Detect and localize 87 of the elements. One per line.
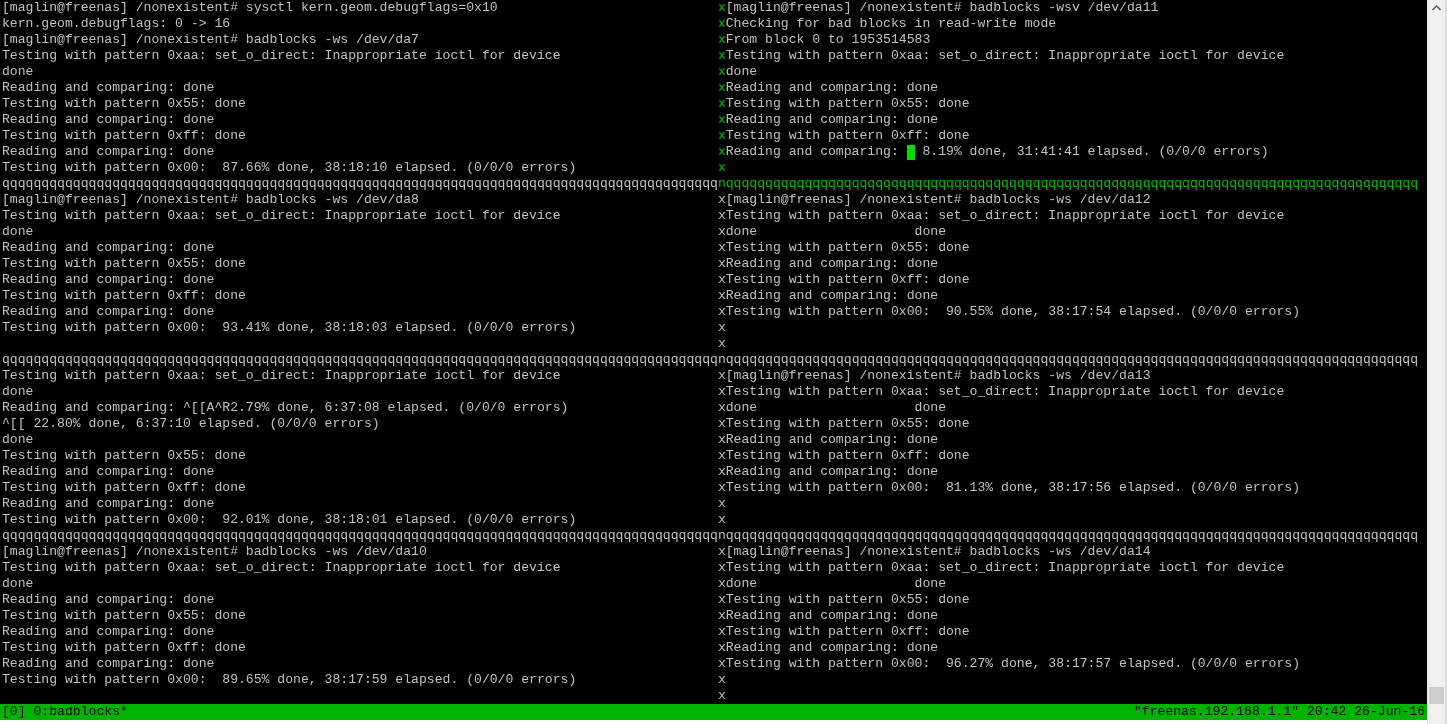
terminal-line: Reading and comparing: done [725,608,939,624]
terminal-line: Reading and comparing: done [2,80,215,96]
terminal-line: Reading and comparing: done [2,496,215,512]
status-info: "freenas.192.168.1.1" 20:42 26-Jun-16 [1133,704,1425,720]
terminal-line: Testing with pattern 0xff: done [2,640,246,656]
pane-divider: nqqqqqqqqqqqqqqqqqqqqqqqqqqqqqqqqqqqqqqqqqqqqqqqqqqqqqqqqqqqqqqqqqqqqqqqqqqqqqqqqqqqqqqqq [717,528,1419,544]
terminal-line: [maglin@freenas] /nonexistent# badblocks -ws /dev/da8 [2,192,419,208]
pane-border: xxxxxxxxxx [717,544,726,704]
terminal-line: Testing with pattern 0x55: done [725,96,970,112]
terminal-line: Testing with pattern 0xaa: set_o_direct: Inappropriate ioctl for device [2,208,561,224]
terminal-line: Testing with pattern 0x55: done [2,256,246,272]
terminal-line: done [2,224,34,240]
terminal-line: ^[[ 22.80% done, 6:37:10 elapsed. (0/0/0 errors) [2,416,380,432]
terminal-line: [maglin@freenas] /nonexistent# badblocks -wsv /dev/da11 [725,0,1159,16]
terminal-line: kern.geom.debugflags: 0 -> 16 [2,16,231,32]
terminal-line: Reading and comparing: done [2,656,215,672]
terminal-line: Testing with pattern 0x00: 93.41% done, 38:18:03 elapsed. (0/0/0 errors) [2,320,577,336]
terminal-line: Reading and comparing: done [2,272,215,288]
terminal-line: Testing with pattern 0x55: done [2,448,246,464]
terminal-line: Reading and comparing: done [2,144,215,160]
terminal-line: Testing with pattern 0xff: done [2,288,246,304]
pane-divider: qqqqqqqqqqqqqqqqqqqqqqqqqqqqqqqqqqqqqqqqqqqqqqqqqqqqqqqqqqqqqqqqqqqqqqqqqqqqqqqqqqqqqqqqqqq [2,352,718,368]
terminal-line: [maglin@freenas] /nonexistent# sysctl kern.geom.debugflags=0x10 [2,0,498,16]
terminal-line: Testing with pattern 0x00: 92.01% done, 38:18:01 elapsed. (0/0/0 errors) [2,512,577,528]
terminal-line: Testing with pattern 0x00: 89.65% done, 38:17:59 elapsed. (0/0/0 errors) [2,672,577,688]
terminal-line: done [725,64,758,80]
terminal-line: Reading and comparing: done [725,288,939,304]
terminal-line: done [2,432,34,448]
terminal-line: Testing with pattern 0x55: done [2,608,246,624]
terminal-line: Testing with pattern 0x55: done [725,240,970,256]
terminal-line: [maglin@freenas] /nonexistent# badblocks -ws /dev/da7 [2,32,419,48]
terminal-line: Testing with pattern 0xff: done [725,128,970,144]
terminal-line: Reading and comparing: done [725,80,939,96]
pane-divider: qqqqqqqqqqqqqqqqqqqqqqqqqqqqqqqqqqqqqqqqqqqqqqqqqqqqqqqqqqqqqqqqqqqqqqqqqqqqqqqqqqqqqqqqqqq [2,176,718,192]
terminal-line: Checking for bad blocks in read-write mode [725,16,1057,32]
terminal-line: done [2,576,34,592]
terminal-line: Testing with pattern 0x55: done [725,416,970,432]
terminal-line: Reading and comparing: done [2,304,215,320]
terminal-line: done [2,64,34,80]
terminal-line: done done [725,224,946,240]
terminal-line: [maglin@freenas] /nonexistent# badblocks -ws /dev/da10 [2,544,427,560]
terminal-line: Reading and comparing: done [2,240,215,256]
terminal-line: [maglin@freenas] /nonexistent# badblocks -ws /dev/da12 [725,192,1151,208]
terminal-line: Reading and comparing: ^[[A^R2.79% done, 6:37:08 elapsed. (0/0/0 errors) [2,400,569,416]
terminal-line: Testing with pattern 0xaa: set_o_direct: Inappropriate ioctl for device [725,208,1285,224]
terminal-line: From block 0 to 1953514583 [725,32,931,48]
terminal-line: Reading and comparing: done [725,432,939,448]
terminal-line: Reading and comparing: done [2,464,215,480]
terminal-line: done [2,384,34,400]
terminal-line: Testing with pattern 0xff: done [725,624,970,640]
terminal-line: Testing with pattern 0xaa: set_o_direct: Inappropriate ioctl for device [2,48,561,64]
scrollbar[interactable] [1427,0,1445,724]
terminal-line: Testing with pattern 0xff: done [725,272,970,288]
terminal-line: Reading and comparing: done [2,624,215,640]
terminal-line: done done [725,400,946,416]
terminal-line: Testing with pattern 0xaa: set_o_direct: Inappropriate ioctl for device [2,560,561,576]
terminal-line: Testing with pattern 0x55: done [725,592,970,608]
terminal-line: Testing with pattern 0x00: 87.66% done, 38:18:10 elapsed. (0/0/0 errors) [2,160,577,176]
scroll-up-icon[interactable] [1432,5,1441,11]
terminal-line: Testing with pattern 0xaa: set_o_direct: Inappropriate ioctl for device [725,48,1285,64]
pane-divider: nqqqqqqqqqqqqqqqqqqqqqqqqqqqqqqqqqqqqqqqqqqqqqqqqqqqqqqqqqqqqqqqqqqqqqqqqqqqqqqqqqqqqqqqq [717,176,1419,192]
terminal-line: Testing with pattern 0xaa: set_o_direct: Inappropriate ioctl for device [725,560,1285,576]
terminal-line: Reading and comparing: done [725,256,939,272]
terminal-line: Reading and comparing: done [2,592,215,608]
terminal-line: [maglin@freenas] /nonexistent# badblocks -ws /dev/da14 [725,544,1151,560]
terminal-text: 8.19% done, 31:41:41 elapsed. (0/0/0 errors) [921,144,1269,160]
terminal-text: Reading and comparing: [725,144,900,160]
terminal-line: Testing with pattern 0xff: done [2,128,246,144]
terminal-line: Testing with pattern 0x00: 96.27% done, 38:17:57 elapsed. (0/0/0 errors) [725,656,1301,672]
pane-divider: nqqqqqqqqqqqqqqqqqqqqqqqqqqqqqqqqqqqqqqqqqqqqqqqqqqqqqqqqqqqqqqqqqqqqqqqqqqqqqqqqqqqqqqqq [717,352,1419,368]
window-list[interactable]: [0] 0:badblocks* [2,704,128,720]
terminal-line: done done [725,576,946,592]
terminal-line: Testing with pattern 0x00: 90.55% done, 38:17:54 elapsed. (0/0/0 errors) [725,304,1301,320]
terminal-line: Testing with pattern 0xff: done [725,448,970,464]
terminal-line: Testing with pattern 0xff: done [2,480,246,496]
terminal-line: Reading and comparing: done [725,464,939,480]
terminal-line: Testing with pattern 0x00: 81.13% done, 38:17:56 elapsed. (0/0/0 errors) [725,480,1301,496]
terminal-line: Testing with pattern 0xaa: set_o_direct: Inappropriate ioctl for device [725,384,1285,400]
terminal-line: [maglin@freenas] /nonexistent# badblocks -ws /dev/da13 [725,368,1151,384]
terminal-line: Reading and comparing: done [2,112,215,128]
terminal-line: Testing with pattern 0xaa: set_o_direct: Inappropriate ioctl for device [2,368,561,384]
pane-divider: qqqqqqqqqqqqqqqqqqqqqqqqqqqqqqqqqqqqqqqqqqqqqqqqqqqqqqqqqqqqqqqqqqqqqqqqqqqqqqqqqqqqqqqqqqq [2,528,718,544]
text-cursor [906,145,915,160]
terminal-line: Reading and comparing: done [725,112,939,128]
scroll-thumb[interactable] [1429,687,1444,704]
terminal-line: Reading and comparing: done [725,640,939,656]
terminal-line: Testing with pattern 0x55: done [2,96,246,112]
